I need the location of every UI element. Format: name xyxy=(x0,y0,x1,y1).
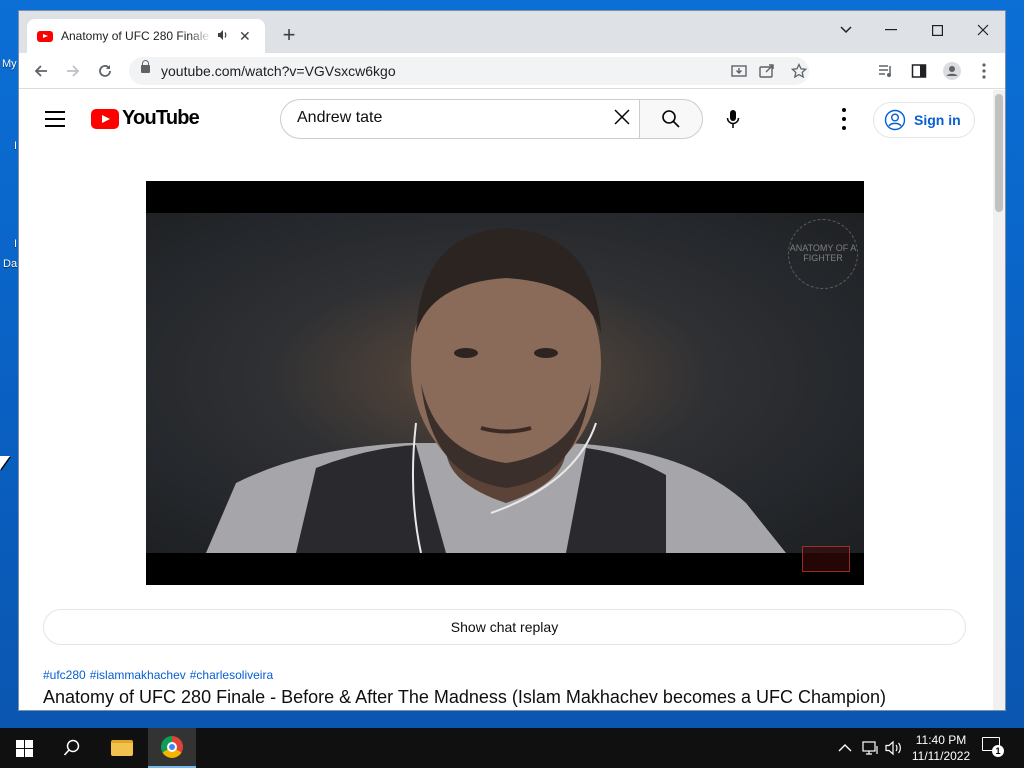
clear-search-icon[interactable] xyxy=(611,108,633,130)
hamburger-menu-icon[interactable] xyxy=(45,111,65,127)
desktop-icon-label[interactable]: I xyxy=(14,238,17,250)
tab-title: Anatomy of UFC 280 Finale - Before & Aft… xyxy=(61,29,211,43)
action-center-button[interactable]: 1 xyxy=(982,737,1004,759)
youtube-play-logo-icon xyxy=(91,108,119,129)
hashtag-link[interactable]: #ufc280 xyxy=(43,668,86,682)
media-controls-icon[interactable] xyxy=(872,57,900,85)
notification-count-badge: 1 xyxy=(992,745,1004,757)
video-frame xyxy=(146,213,864,554)
speaker-icon[interactable] xyxy=(217,29,229,44)
hashtag-link[interactable]: #charlesoliveira xyxy=(190,668,273,682)
folder-icon xyxy=(111,740,133,756)
clock-time: 11:40 PM xyxy=(915,733,967,747)
side-panel-icon[interactable] xyxy=(905,57,933,85)
taskbar-search-button[interactable] xyxy=(48,728,96,768)
microphone-icon xyxy=(726,110,740,128)
tab-close-icon[interactable]: ✕ xyxy=(239,28,251,45)
install-app-icon[interactable] xyxy=(729,61,749,81)
start-button[interactable] xyxy=(0,728,48,768)
mouse-cursor xyxy=(0,456,10,470)
video-title: Anatomy of UFC 280 Finale - Before & Aft… xyxy=(43,687,887,707)
desktop-icon-label[interactable]: Da xyxy=(3,258,17,270)
search-button[interactable] xyxy=(639,99,703,139)
hashtags-row: #ufc280 #islammakhachev #charlesoliveira xyxy=(43,668,277,682)
tab-strip: Anatomy of UFC 280 Finale - Before & Aft… xyxy=(19,11,1005,53)
back-button[interactable] xyxy=(27,57,55,85)
settings-more-icon[interactable] xyxy=(834,108,854,130)
lock-icon[interactable] xyxy=(141,60,150,73)
youtube-watch-page: YouTube Sign in xyxy=(19,90,994,710)
search-box xyxy=(280,99,639,139)
bookmark-star-icon[interactable] xyxy=(789,61,809,81)
tab-search-chevron-icon[interactable] xyxy=(826,15,866,45)
video-player[interactable]: ANATOMY OF A FIGHTER xyxy=(146,181,864,585)
maximize-button[interactable] xyxy=(917,15,957,45)
chrome-window: Anatomy of UFC 280 Finale - Before & Aft… xyxy=(18,10,1006,711)
minimize-button[interactable] xyxy=(871,15,911,45)
volume-icon[interactable] xyxy=(885,728,903,768)
share-icon[interactable] xyxy=(757,61,777,81)
chrome-icon xyxy=(161,736,183,758)
voice-search-button[interactable] xyxy=(713,99,753,139)
show-hidden-icons-chevron-icon[interactable] xyxy=(838,728,852,768)
account-circle-icon xyxy=(884,109,906,131)
address-bar[interactable]: youtube.com/watch?v=VGVsxcw6kgo xyxy=(129,57,809,85)
search-icon xyxy=(63,739,80,756)
new-tab-button[interactable]: + xyxy=(277,22,301,47)
clock-date: 11/11/2022 xyxy=(911,749,971,763)
video-still-image xyxy=(206,228,786,554)
youtube-favicon-icon xyxy=(37,30,53,42)
scrollbar-thumb[interactable] xyxy=(995,94,1003,212)
chrome-menu-icon[interactable] xyxy=(970,57,998,85)
sign-in-label: Sign in xyxy=(914,112,961,128)
network-icon[interactable] xyxy=(862,728,880,768)
profile-avatar-icon[interactable] xyxy=(938,57,966,85)
desktop-icon-label[interactable]: My xyxy=(2,58,17,70)
browser-tab[interactable]: Anatomy of UFC 280 Finale - Before & Aft… xyxy=(27,19,265,53)
youtube-logo[interactable]: YouTube xyxy=(91,107,200,130)
forward-button[interactable] xyxy=(59,57,87,85)
file-explorer-button[interactable] xyxy=(98,728,146,768)
windows-taskbar: 11:40 PM 11/11/2022 1 xyxy=(0,728,1024,768)
search-input[interactable] xyxy=(297,109,597,127)
video-end-badge xyxy=(802,546,850,572)
sign-in-button[interactable]: Sign in xyxy=(873,102,975,138)
url-text: youtube.com/watch?v=VGVsxcw6kgo xyxy=(161,63,396,79)
chrome-taskbar-button[interactable] xyxy=(148,728,196,768)
close-window-button[interactable] xyxy=(963,15,1003,45)
hashtag-link[interactable]: #islammakhachev xyxy=(90,668,186,682)
youtube-logo-text: YouTube xyxy=(122,107,200,129)
channel-watermark[interactable]: ANATOMY OF A FIGHTER xyxy=(788,219,858,289)
reload-button[interactable] xyxy=(91,57,119,85)
browser-toolbar: youtube.com/watch?v=VGVsxcw6kgo xyxy=(19,53,1005,89)
search-icon xyxy=(662,110,680,128)
show-chat-replay-button[interactable]: Show chat replay xyxy=(43,609,966,645)
desktop-icon-label[interactable]: I xyxy=(14,140,17,152)
windows-logo-icon xyxy=(15,739,33,757)
page-scrollbar[interactable] xyxy=(993,90,1005,710)
system-clock[interactable]: 11:40 PM 11/11/2022 xyxy=(906,732,976,764)
